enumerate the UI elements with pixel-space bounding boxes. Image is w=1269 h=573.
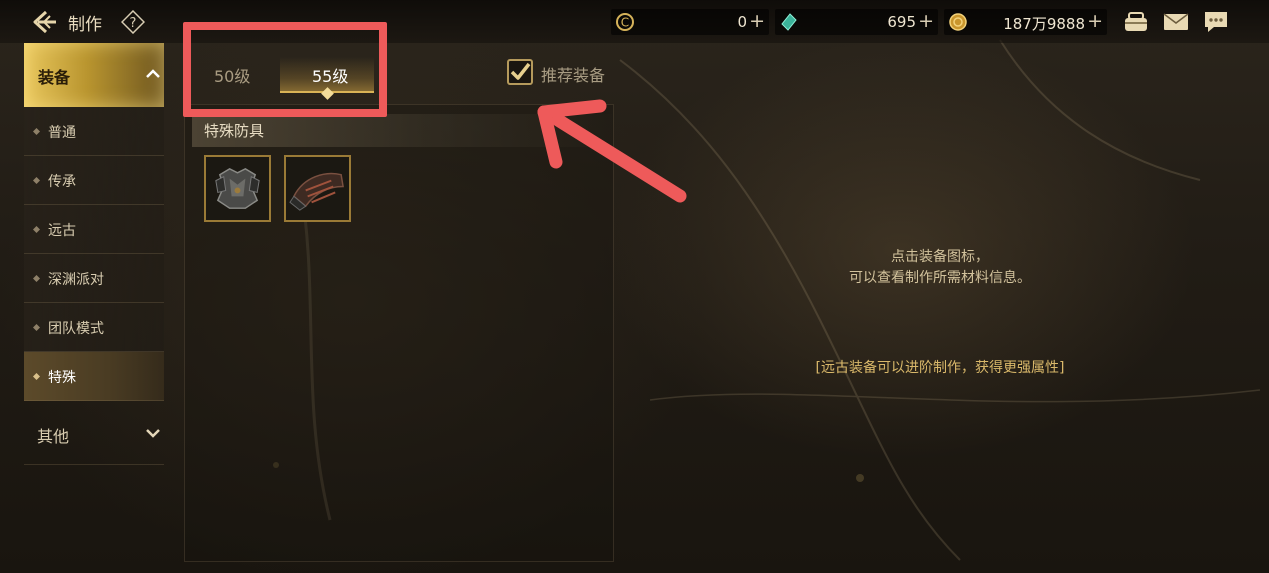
back-arrow-icon[interactable]: [30, 8, 58, 36]
svg-text:?: ?: [130, 16, 137, 31]
sidebar-item-abyss-party[interactable]: 深渊派对: [24, 254, 164, 303]
sidebar-item-label: 传承: [48, 174, 76, 190]
diamond-bullet-icon: [33, 324, 40, 331]
chevron-up-icon: [142, 63, 164, 85]
diamond-bullet-icon: [33, 128, 40, 135]
sidebar-item-team-mode[interactable]: 团队模式: [24, 303, 164, 352]
annotation-highlight-box: [183, 22, 387, 117]
recommend-label: 推荐装备: [541, 66, 606, 85]
add-resource-button[interactable]: +: [1087, 10, 1103, 32]
diamond-bullet-icon: [33, 275, 40, 282]
hint-line-1: 点击装备图标，: [891, 249, 989, 265]
sidebar-category-label: 其他: [37, 427, 70, 446]
sidebar: 装备 普通 传承 远古 深渊派对 团队模式 特殊 其他: [24, 43, 164, 465]
hint-line-3: [远古装备可以进阶制作，获得更强属性]: [815, 360, 1065, 376]
armor-gauntlet-icon[interactable]: [284, 155, 351, 222]
armor-chest-icon[interactable]: [204, 155, 271, 222]
diamond-bullet-icon: [33, 226, 40, 233]
pouch-icon[interactable]: [1122, 9, 1150, 35]
hint-line-2: 可以查看制作所需材料信息。: [849, 270, 1031, 286]
add-resource-button[interactable]: +: [749, 10, 765, 32]
sidebar-category-label: 装备: [38, 68, 71, 87]
resource-gold: 187万9888 +: [944, 9, 1107, 35]
page-title: 制作: [68, 15, 102, 35]
resource-value: 0: [737, 13, 747, 31]
sidebar-item-label: 普通: [48, 125, 76, 141]
sidebar-item-label: 远古: [48, 223, 76, 239]
resource-value: 695: [887, 13, 916, 31]
gold-coin-icon: [948, 12, 968, 32]
green-gem-icon: [779, 12, 799, 32]
c-coin-icon: C: [615, 12, 635, 32]
sidebar-item-normal[interactable]: 普通: [24, 107, 164, 156]
diamond-bullet-icon: [33, 177, 40, 184]
resource-c-coin: C 0 +: [611, 9, 769, 35]
mail-icon[interactable]: [1162, 9, 1190, 35]
sidebar-item-ancient[interactable]: 远古: [24, 205, 164, 254]
recommend-checkbox[interactable]: [506, 58, 534, 86]
sidebar-item-label: 深渊派对: [48, 272, 104, 288]
resource-gem: 695 +: [775, 9, 938, 35]
chevron-down-icon: [142, 422, 164, 444]
section-title: 特殊防具: [204, 122, 265, 140]
annotation-arrow-icon: [537, 99, 687, 203]
add-resource-button[interactable]: +: [918, 10, 934, 32]
sidebar-item-label: 特殊: [48, 370, 76, 386]
sidebar-item-special[interactable]: 特殊: [24, 352, 164, 401]
sidebar-category-other[interactable]: 其他: [24, 401, 164, 465]
diamond-bullet-icon: [33, 373, 40, 380]
chat-icon[interactable]: [1202, 9, 1230, 35]
resource-value: 187万9888: [1003, 15, 1085, 33]
question-icon[interactable]: ?: [120, 9, 146, 35]
sidebar-item-heritage[interactable]: 传承: [24, 156, 164, 205]
sidebar-category-equipment[interactable]: 装备: [24, 43, 164, 107]
svg-text:C: C: [621, 16, 629, 30]
sidebar-item-label: 团队模式: [48, 321, 104, 337]
